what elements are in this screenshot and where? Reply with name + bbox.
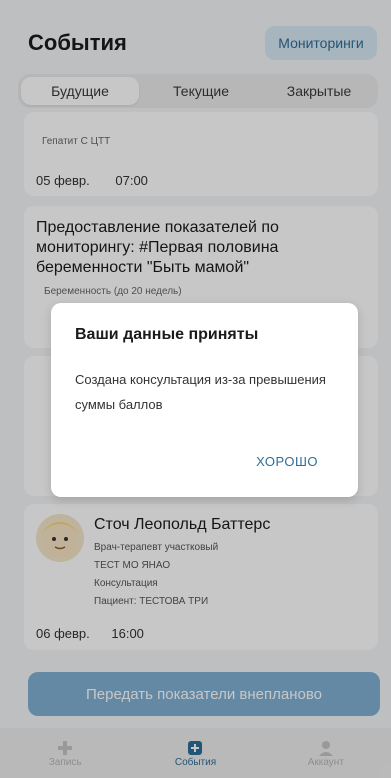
dialog-title: Ваши данные приняты xyxy=(75,326,259,343)
events-screen: События Мониторинги Будущие Текущие Закр… xyxy=(0,0,391,778)
dialog-message: Создана консультация из-за превышения су… xyxy=(75,372,326,412)
ok-button[interactable]: ХОРОШО xyxy=(256,454,318,469)
confirmation-dialog: Ваши данные приняты Создана консультация… xyxy=(51,303,358,497)
